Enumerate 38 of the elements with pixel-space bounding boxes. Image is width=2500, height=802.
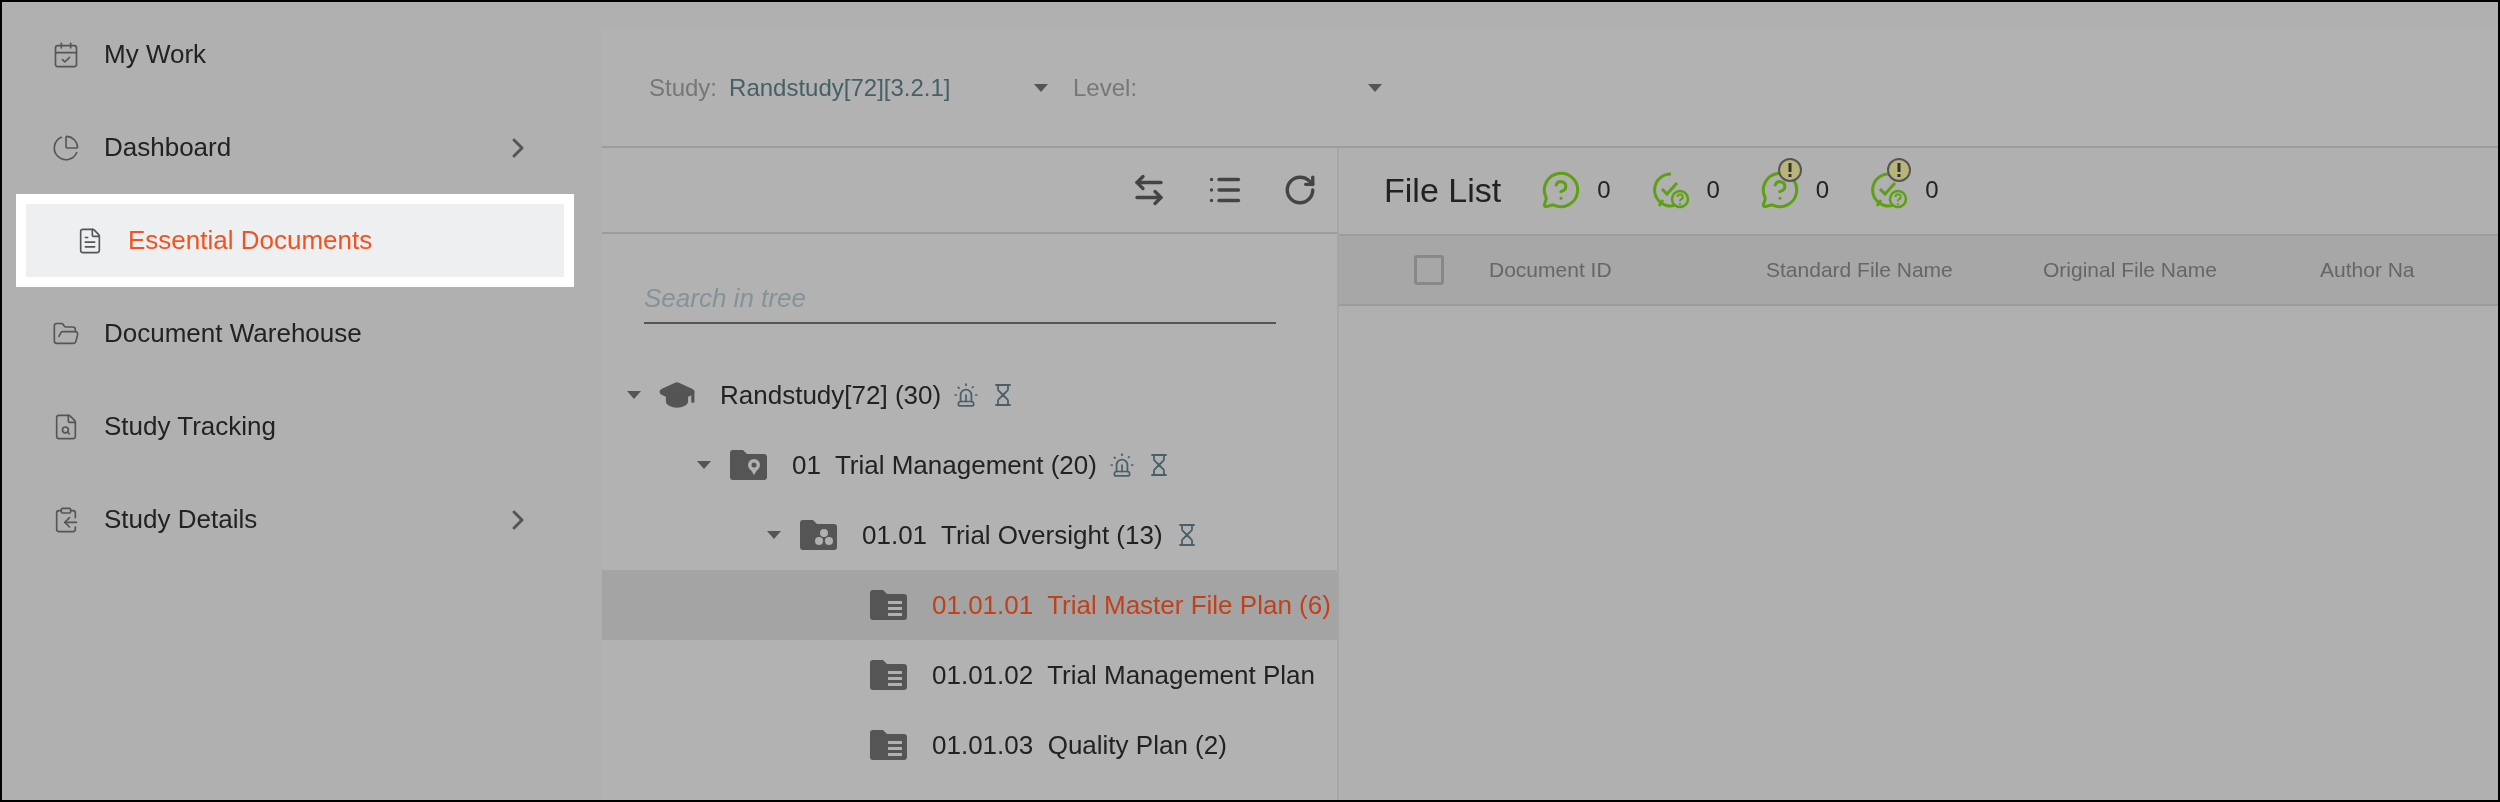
sidebar-item[interactable]: Document Warehouse — [2, 287, 574, 380]
sidebar-item[interactable]: Dashboard — [2, 101, 574, 194]
folder-list-icon — [868, 589, 908, 621]
file-list-title: File List — [1384, 169, 1502, 211]
refresh-icon[interactable] — [1283, 173, 1317, 207]
collapse-caret-icon[interactable] — [766, 530, 782, 540]
alert-badge-icon — [1887, 158, 1912, 182]
folder-list-icon — [868, 659, 908, 691]
collapse-caret-icon[interactable] — [626, 390, 642, 400]
sidebar-item[interactable]: My Work — [2, 8, 574, 101]
answered-question-icon[interactable] — [1869, 170, 1910, 210]
counter-value: 0 — [1706, 175, 1720, 205]
counter-value: 0 — [1597, 175, 1611, 205]
pie-chart-icon — [52, 133, 80, 162]
tree-row[interactable]: 01.01.02 Trial Management Plan — [602, 640, 1337, 710]
tree-node-label[interactable]: 01.01.02 Trial Management Plan — [932, 655, 1316, 695]
question-bubble-icon[interactable] — [1759, 170, 1800, 210]
tree-row[interactable]: 01 Trial Management (20) — [602, 430, 1337, 500]
counter-value: 0 — [1815, 175, 1830, 205]
folder-list-icon — [868, 729, 908, 761]
calendar-icon — [52, 40, 80, 69]
sidebar-item[interactable]: Study Details — [2, 473, 574, 566]
dropdown-caret-icon[interactable] — [1033, 83, 1049, 93]
sidebar-item[interactable]: Study Tracking — [2, 380, 574, 473]
folder-pin-icon — [728, 449, 768, 481]
folder-group-icon — [798, 519, 838, 551]
tree-node-label[interactable]: 01 Trial Management (20) — [792, 445, 1097, 485]
tree-node-label[interactable]: Randstudy[72] (30) — [720, 375, 942, 415]
select-all-checkbox[interactable] — [1414, 255, 1444, 285]
tree-node-label[interactable]: 01.01.03 Quality Plan (2) — [932, 725, 1227, 765]
tree-node-label[interactable]: 01.01 Trial Oversight (13) — [862, 515, 1163, 555]
tree-row[interactable]: 01.01 Trial Oversight (13) — [602, 500, 1337, 570]
alert-badge-icon — [1777, 158, 1802, 182]
tree-row[interactable]: Randstudy[72] (30) — [602, 360, 1337, 430]
counter-value: 0 — [1925, 175, 1939, 205]
dropdown-caret-icon[interactable] — [1367, 83, 1383, 93]
collapse-caret-icon[interactable] — [696, 460, 712, 470]
tree-row[interactable]: 01.01.03 Quality Plan (2) — [602, 710, 1337, 780]
